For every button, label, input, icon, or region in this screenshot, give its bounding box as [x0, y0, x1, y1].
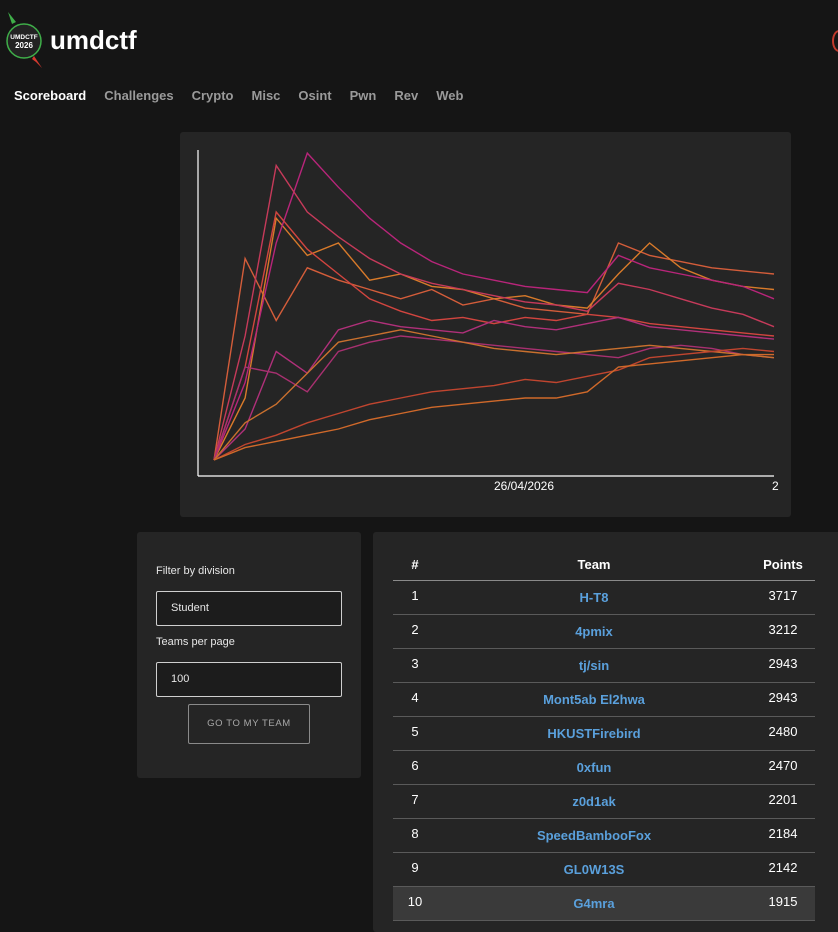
table-row: 4 Mont5ab El2hwa 2943 [393, 683, 815, 717]
table-row: 1 H-T8 3717 [393, 581, 815, 615]
nav-misc[interactable]: Misc [252, 88, 281, 103]
team-score-line [213, 329, 775, 461]
team-score-line [213, 347, 775, 461]
main-nav: Scoreboard Challenges Crypto Misc Osint … [14, 88, 463, 103]
rank-cell: 10 [407, 894, 423, 909]
table-row: 2 4pmix 3212 [393, 615, 815, 649]
team-link[interactable]: 4pmix [503, 615, 685, 649]
team-link[interactable]: tj/sin [503, 649, 685, 683]
column-header-points: Points [763, 557, 803, 572]
logo-chili-icon [32, 56, 42, 68]
column-header-rank: # [411, 557, 419, 572]
team-link[interactable]: GL0W13S [503, 853, 685, 887]
table-row: 9 GL0W13S 2142 [393, 853, 815, 887]
rank-cell: 4 [411, 690, 419, 705]
nav-challenges[interactable]: Challenges [104, 88, 173, 103]
go-to-my-team-button[interactable]: Go to my team [188, 704, 310, 744]
rank-cell: 1 [411, 588, 419, 603]
team-score-line [213, 353, 774, 461]
table-row: 5 HKUSTFirebird 2480 [393, 717, 815, 751]
scoreboard-card: # Team Points 1 H-T8 3717 2 4pmix 3212 3… [373, 532, 838, 932]
filter-panel: Filter by division Student Teams per pag… [137, 532, 361, 778]
points-cell: 2470 [768, 758, 798, 773]
team-link[interactable]: HKUSTFirebird [503, 717, 685, 751]
logo-leaf-icon [8, 12, 16, 24]
team-score-line [213, 210, 775, 461]
table-row-current-team: 10 G4mra 1915 [393, 887, 815, 921]
nav-crypto[interactable]: Crypto [192, 88, 234, 103]
rank-cell: 5 [411, 724, 419, 739]
score-graph-card: 26/04/2026 2 [180, 132, 791, 517]
site-title: umdctf [50, 25, 137, 55]
points-cell: 2480 [768, 724, 798, 739]
points-cell: 2943 [768, 690, 798, 705]
nav-pwn[interactable]: Pwn [350, 88, 377, 103]
points-cell: 2142 [768, 860, 798, 875]
rank-cell: 7 [411, 792, 419, 807]
nav-scoreboard[interactable]: Scoreboard [14, 88, 86, 103]
division-filter-label: Filter by division [156, 565, 235, 577]
rank-cell: 3 [411, 656, 419, 671]
team-score-line [213, 335, 775, 461]
nav-web[interactable]: Web [436, 88, 463, 103]
team-link[interactable]: G4mra [503, 887, 685, 921]
table-row: 8 SpeedBambooFox 2184 [393, 819, 815, 853]
logo-text-line2: 2026 [15, 41, 33, 50]
account-icon[interactable] [832, 30, 838, 52]
team-link[interactable]: SpeedBambooFox [503, 819, 685, 853]
team-score-line [213, 216, 775, 461]
points-cell: 2184 [768, 826, 798, 841]
umdctf-logo: UMDCTF 2026 [6, 12, 42, 68]
table-header: # Team Points [393, 549, 815, 581]
points-cell: 2943 [768, 656, 798, 671]
points-cell: 2201 [768, 792, 798, 807]
rank-cell: 8 [411, 826, 419, 841]
teams-per-page-input[interactable]: 100 [156, 662, 342, 697]
column-header-team: Team [577, 557, 611, 572]
nav-rev[interactable]: Rev [394, 88, 418, 103]
team-link[interactable]: 0xfun [503, 751, 685, 785]
team-score-line [213, 163, 775, 461]
points-cell: 3212 [768, 622, 798, 637]
team-score-line [213, 316, 775, 461]
team-link[interactable]: Mont5ab El2hwa [503, 683, 685, 717]
table-row: 3 tj/sin 2943 [393, 649, 815, 683]
rank-cell: 2 [411, 622, 419, 637]
points-cell: 3717 [768, 588, 798, 603]
x-tick-label: 26/04/2026 [494, 479, 554, 493]
team-link[interactable]: z0d1ak [503, 785, 685, 819]
division-select[interactable]: Student [156, 591, 342, 626]
teams-per-page-label: Teams per page [156, 636, 235, 648]
nav-osint[interactable]: Osint [298, 88, 331, 103]
x-tick-label: 2 [772, 479, 779, 493]
rank-cell: 6 [411, 758, 419, 773]
score-graph: 26/04/2026 2 [197, 150, 779, 493]
scoreboard-table: # Team Points 1 H-T8 3717 2 4pmix 3212 3… [393, 549, 815, 921]
team-link[interactable]: H-T8 [503, 581, 685, 615]
rank-cell: 9 [411, 860, 419, 875]
table-row: 6 0xfun 2470 [393, 751, 815, 785]
points-cell: 1915 [768, 894, 798, 909]
logo-text-line1: UMDCTF [10, 34, 37, 41]
table-row: 7 z0d1ak 2201 [393, 785, 815, 819]
